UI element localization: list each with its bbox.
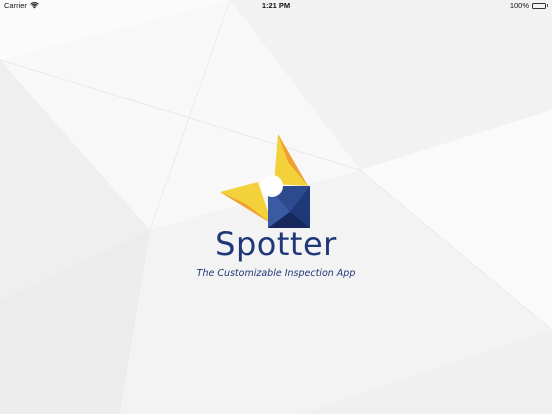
splash-screen: Carrier 1:21 PM 100% Spotter The Customi… (0, 0, 552, 414)
status-time: 1:21 PM (261, 1, 291, 10)
battery-icon (532, 2, 548, 9)
battery-indicator: 100% (510, 1, 548, 10)
app-tagline: The Customizable Inspection App (196, 268, 356, 279)
status-bar: Carrier 1:21 PM 100% (0, 0, 552, 12)
battery-percent: 100% (509, 1, 529, 10)
spotter-logo-icon (220, 134, 310, 228)
app-name: Spotter (215, 225, 337, 263)
